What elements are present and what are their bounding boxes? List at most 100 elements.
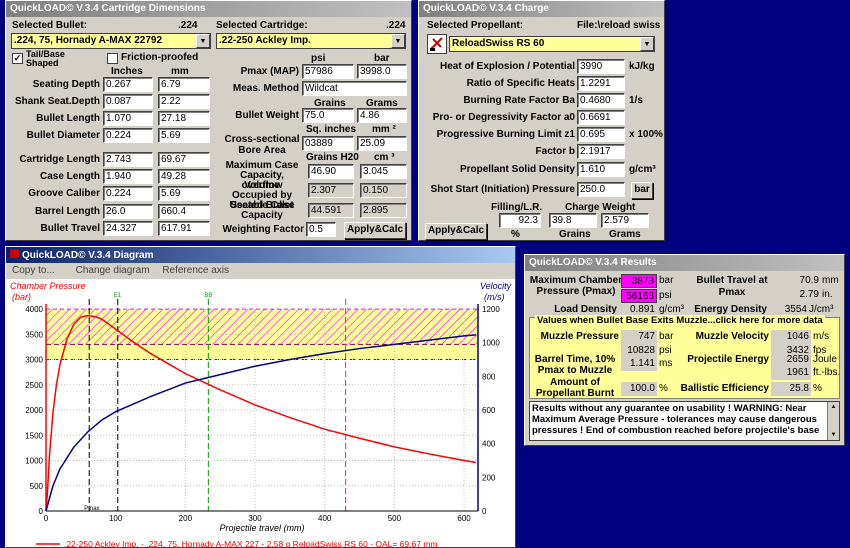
scroll-down-icon[interactable]: ▼ [828,430,839,440]
pmax-psi-field[interactable]: 57986 [302,64,354,79]
menu-change-diagram[interactable]: Change diagram [76,265,150,276]
prop-value-field[interactable]: 0.4680 [577,93,625,108]
bullet-select[interactable]: .224, 75, Hornady A-MAX 22792 ▼ [11,33,211,49]
propellant-select[interactable]: ReloadSwiss RS 60 ▼ [449,36,655,52]
menu-reference-axis[interactable]: Reference axis [162,265,229,276]
diagram-window: QuickLOAD© V.3.4 Diagram Copy to... Chan… [5,246,516,548]
scroll-up-icon[interactable]: ▲ [828,402,839,412]
dim-inches-field[interactable]: 0.087 [103,94,153,109]
prop-value-field[interactable]: 250.0 [577,182,625,197]
dim-mm-field[interactable]: 6.79 [158,77,210,92]
prop-value-field[interactable]: 0.695 [577,127,625,142]
warning-scrollbar[interactable]: ▲ ▼ [827,402,839,440]
bullet-travel-pmax-mm: 70.9 [781,274,821,288]
dim-mm-field[interactable]: 27.18 [158,111,210,126]
tailbase-checkbox[interactable]: ✓ [12,53,23,64]
charge-window: QuickLOAD© V.3.4 Charge Selected Propell… [418,0,665,241]
warning-text: Results without any guarantee on usabili… [532,403,820,436]
dim-label: Bullet Length [36,113,100,124]
dim-inches-field[interactable]: 26.0 [103,204,153,219]
tolerance-band [46,344,478,360]
dim-label: Bullet Travel [40,223,100,234]
grh2o-header: Grains H20 [306,152,359,163]
bullet-weight-grams-field[interactable]: 4.86 [357,108,407,123]
dim-label: Bullet Diameter [26,130,100,141]
warning-textbox[interactable]: Results without any guarantee on usabili… [529,401,840,441]
muzzle-pressure-bar-unit: bar [659,331,674,342]
menu-copy-to[interactable]: Copy to... [12,265,55,276]
projectile-energy-label: Projectile Energy [687,354,769,365]
y-left-unit: (bar) [12,292,31,302]
dim-inches-field[interactable]: 24.327 [103,221,153,236]
muzzle-pressure-label: Muzzle Pressure [540,331,619,342]
dim-label: Groove Caliber [28,188,100,199]
x-axis-title: Projectile travel (mm) [219,523,304,533]
app-icon [10,249,19,258]
max-capacity-grains-field[interactable]: 46.90 [308,164,354,179]
ballistic-efficiency-value: 25.8 [771,382,811,396]
dim-mm-field[interactable]: 5.69 [158,186,210,201]
dim-inches-field[interactable]: 0.224 [103,186,153,201]
prop-value-field[interactable]: 1.610 [577,162,625,177]
max-capacity-cm3-field[interactable]: 3.045 [360,164,407,179]
projectile-energy-ftlbs: 1961 [771,366,811,380]
diagram-menu: Copy to... Change diagram Reference axis [6,265,229,279]
results-window-title: QuickLOAD© V.3.4 Results [525,255,844,271]
dim-mm-field[interactable]: 69.67 [158,152,210,167]
barrel-time-unit: ms [659,358,673,369]
x-tick: 200 [179,514,193,523]
chevron-down-icon[interactable]: ▼ [391,34,405,48]
chevron-down-icon[interactable]: ▼ [640,37,654,51]
x-tick: 100 [109,514,123,523]
y-right-tick: 400 [482,440,496,449]
dim-mm-field[interactable]: 660.4 [158,204,210,219]
filling-field[interactable]: 92.3 [499,213,541,228]
dim-mm-field[interactable]: 2.22 [158,94,210,109]
cartridge-apply-calc-button[interactable]: Apply&Calc [344,222,406,239]
muzzle-values-header[interactable]: Values when Bullet Base Exits Muzzle...c… [535,315,825,326]
friction-checkbox[interactable] [107,53,118,64]
weighting-factor-field[interactable]: 0.5 [306,222,336,237]
prop-value-field[interactable]: 1.2291 [577,76,625,91]
dim-mm-field[interactable]: 5.69 [158,128,210,143]
prop-value-field[interactable]: 3990 [577,59,625,74]
grains-unit: Grains [559,229,591,240]
weighting-factor-label: Weighting Factor [222,224,304,235]
prop-value-field[interactable]: 0.6691 [577,110,625,125]
marker-bb-label: BB [204,293,212,299]
bullet-weight-grains-field[interactable]: 75.0 [302,108,354,123]
charge-apply-calc-button[interactable]: Apply&Calc [425,223,487,240]
dim-mm-field[interactable]: 617.91 [158,221,210,236]
meas-method-field[interactable]: Wildcat [302,81,407,96]
y-left-tick: 1500 [25,431,43,440]
prop-value-field[interactable]: 2.1917 [577,144,625,159]
dim-inches-field[interactable]: 1.070 [103,111,153,126]
charge-weight-grains-field[interactable]: 39.8 [549,213,597,228]
legend-text: .22-250 Ackley Imp. - .224, 75, Hornady … [64,539,437,547]
chevron-down-icon[interactable]: ▼ [196,34,210,48]
dim-inches-field[interactable]: 0.224 [103,128,153,143]
shot-start-unit-button[interactable]: bar [631,182,653,199]
projectile-energy-joule-unit: Joule [813,354,837,365]
charge-weight-grams-field[interactable]: 2.579 [601,213,649,228]
dim-inches-field[interactable]: 2.743 [103,152,153,167]
y-left-title: Chamber Pressure [10,281,86,291]
y-right-title: Velocity [480,281,512,291]
muzzle-velocity-ms: 1046 [771,330,811,344]
muzzle-pressure-bar: 747 [621,330,657,344]
bore-area-mm-field[interactable]: 25.09 [357,136,407,151]
dim-inches-field[interactable]: 0.267 [103,77,153,92]
y-left-tick: 3000 [25,356,43,365]
bore-area-in-field[interactable]: 03889 [302,136,354,151]
pmax-bar-field[interactable]: 3998.0 [357,64,407,79]
inches-header: Inches [111,66,143,77]
cartridge-select[interactable]: .22-250 Ackley Imp. ▼ [216,33,406,49]
dim-mm-field[interactable]: 49.28 [158,169,210,184]
y-left-tick: 1000 [25,457,43,466]
propellant-book-icon[interactable] [427,34,447,54]
ballistic-efficiency-label: Ballistic Efficiency [680,383,769,394]
selected-propellant-label: Selected Propellant: [427,20,524,31]
dim-inches-field[interactable]: 1.940 [103,169,153,184]
bullet-travel-in-unit: in. [822,289,833,300]
danger-zone-hatch [46,309,478,345]
